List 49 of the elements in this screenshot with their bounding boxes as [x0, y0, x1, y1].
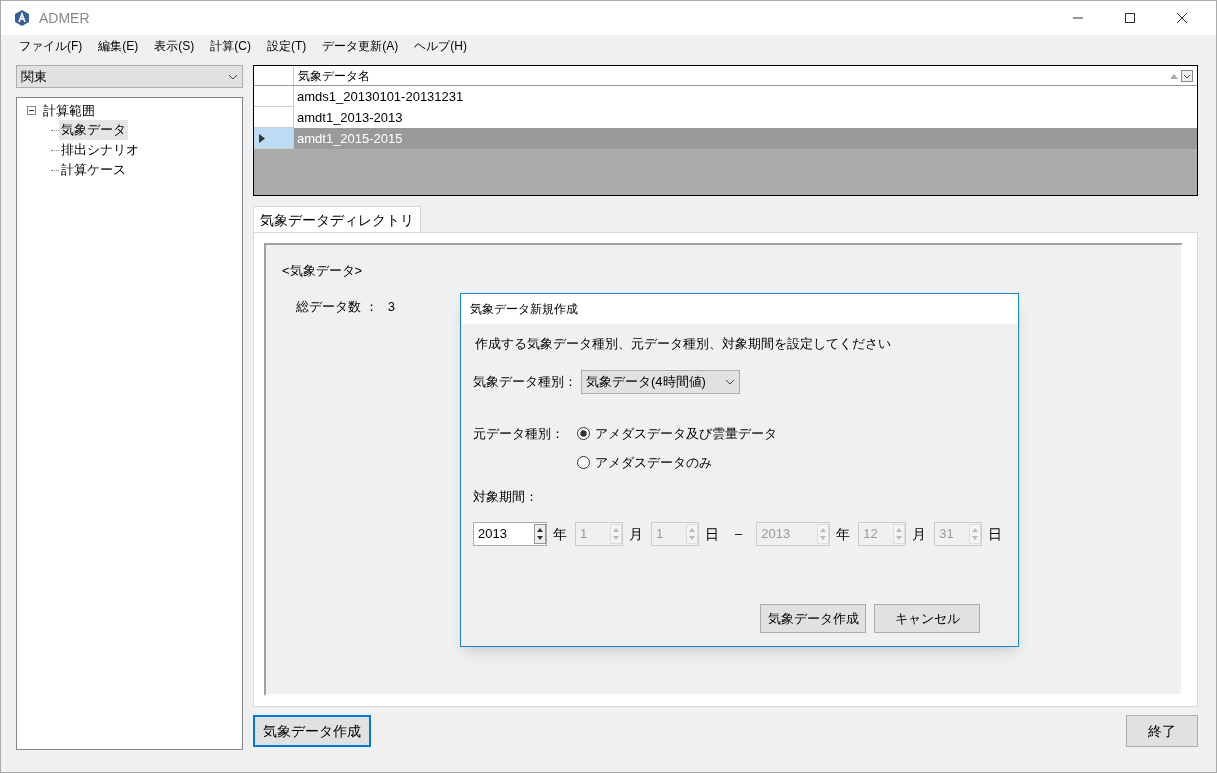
section-heading: <気象データ> — [282, 262, 364, 280]
menu-item[interactable]: ヘルプ(H) — [408, 37, 473, 55]
tab[interactable]: 気象データディレクトリ — [253, 206, 421, 232]
spin-arrows-icon[interactable] — [534, 524, 546, 544]
menu-item[interactable]: 表示(S) — [148, 37, 201, 55]
menu-item[interactable]: 設定(T) — [261, 37, 313, 55]
sort-icon[interactable] — [1168, 70, 1194, 82]
menu-item[interactable]: 編集(E) — [92, 37, 145, 55]
cancel-button[interactable]: キャンセル — [874, 604, 980, 633]
tree-item[interactable]: 排出シナリオ — [59, 140, 141, 160]
unit-label: 年 — [836, 524, 851, 544]
tree-item[interactable]: 気象データ — [59, 120, 128, 140]
unit-label: 月 — [912, 524, 927, 544]
field-label: 対象期間： — [473, 487, 539, 506]
maximize-icon[interactable] — [1124, 12, 1136, 24]
count-label: 総データ数 ： — [296, 297, 378, 316]
radio-option[interactable]: アメダスデータ及び雲量データ — [577, 423, 777, 443]
dialog-title: 気象データ新規作成 — [470, 301, 578, 318]
exit-button[interactable]: 終了 — [1126, 715, 1198, 747]
radio-option[interactable]: アメダスデータのみ — [577, 453, 777, 473]
data-type-dropdown[interactable]: 気象データ(4時間値) — [581, 369, 740, 394]
menu-item[interactable]: データ更新(A) — [316, 37, 405, 55]
radio-checked-icon[interactable] — [577, 426, 590, 440]
unit-label: 日 — [988, 524, 1003, 544]
window-title: ADMER — [39, 8, 90, 28]
instruction-text: 作成する気象データ種別、元データ種別、対象期間を設定してください — [474, 335, 892, 353]
chevron-down-icon — [725, 378, 735, 385]
unit-label: 年 — [553, 524, 567, 544]
unit-label: 月 — [629, 524, 643, 544]
count-value: 3 — [387, 297, 395, 316]
close-icon[interactable] — [1176, 12, 1188, 24]
region-dropdown[interactable]: 関東 — [16, 65, 243, 88]
tree-item[interactable]: 計算範囲 — [41, 100, 97, 121]
current-row-icon — [259, 133, 265, 143]
radio-icon[interactable] — [577, 456, 590, 470]
unit-label: 日 — [705, 524, 719, 544]
field-label: 元データ種別： — [473, 424, 565, 443]
create-data-button[interactable]: 気象データ作成 — [253, 715, 371, 747]
menu-item[interactable]: 計算(C) — [204, 37, 257, 55]
menu-item[interactable]: ファイル(F) — [13, 37, 89, 55]
range-dash: – — [735, 525, 743, 544]
tree-item[interactable]: 計算ケース — [59, 160, 128, 180]
number-spinner[interactable]: 2013 — [473, 522, 547, 546]
field-label: 気象データ種別： — [473, 372, 577, 391]
collapse-icon[interactable] — [27, 106, 36, 115]
row-header[interactable] — [254, 128, 294, 149]
app-logo-icon — [13, 9, 31, 27]
create-button[interactable]: 気象データ作成 — [760, 604, 866, 633]
chevron-down-icon — [228, 73, 238, 80]
